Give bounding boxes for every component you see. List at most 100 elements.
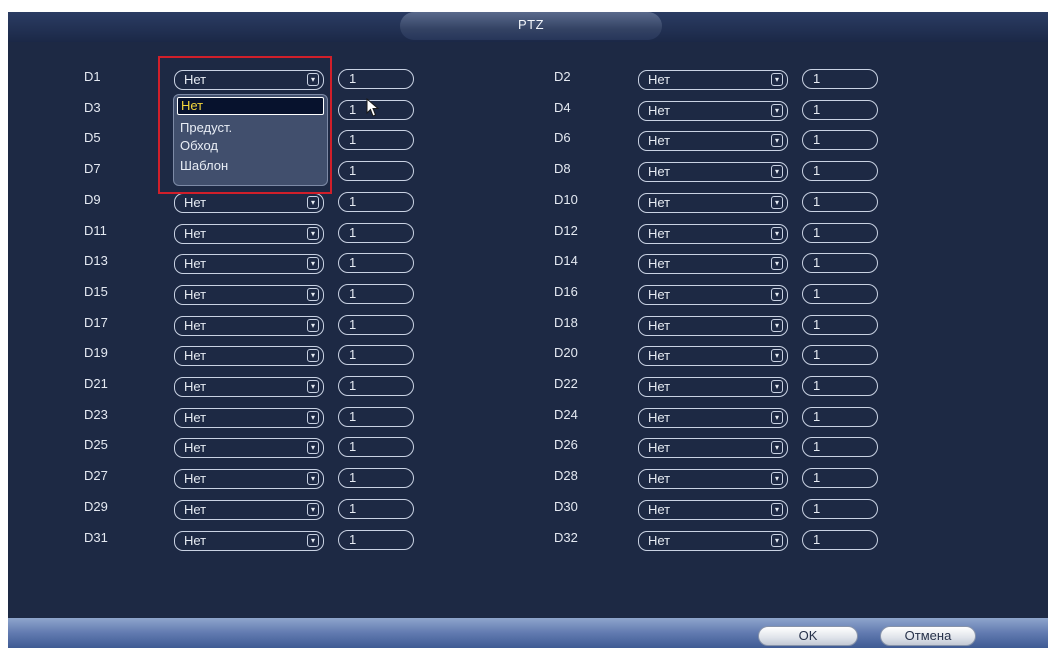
cancel-button[interactable]: Отмена — [880, 626, 976, 646]
preset-number-field[interactable]: 1 — [802, 222, 878, 243]
preset-number-field[interactable]: 1 — [802, 69, 878, 89]
chevron-down-icon[interactable]: ▾ — [771, 103, 783, 117]
ok-button[interactable]: OK — [758, 626, 858, 646]
ptz-mode-select[interactable]: Нет ▾ — [174, 469, 324, 490]
preset-number-value: 1 — [349, 193, 357, 209]
preset-number-field[interactable]: 1 — [802, 253, 878, 274]
preset-number-field[interactable]: 1 — [802, 191, 878, 212]
preset-number-field[interactable]: 1 — [338, 376, 414, 396]
chevron-down-icon[interactable]: ▾ — [771, 472, 783, 486]
preset-number-field[interactable]: 1 — [802, 345, 878, 366]
ptz-mode-select[interactable]: Нет ▾ — [174, 284, 324, 305]
preset-number-field[interactable]: 1 — [338, 69, 414, 89]
preset-number-field[interactable]: 1 — [338, 222, 414, 243]
preset-number-field[interactable]: 1 — [338, 529, 414, 550]
chevron-down-icon[interactable]: ▾ — [771, 380, 783, 393]
chevron-down-icon[interactable]: ▾ — [771, 287, 783, 301]
ptz-mode-select[interactable]: Нет ▾ — [638, 315, 788, 336]
chevron-down-icon[interactable]: ▾ — [307, 349, 319, 363]
ptz-mode-select[interactable]: Нет ▾ — [638, 70, 788, 90]
chevron-down-icon[interactable]: ▾ — [307, 318, 319, 332]
preset-number-field[interactable]: 1 — [802, 498, 878, 519]
chevron-down-icon[interactable]: ▾ — [307, 441, 319, 455]
preset-number-field[interactable]: 1 — [802, 99, 878, 120]
chevron-down-icon[interactable]: ▾ — [771, 502, 783, 516]
ptz-mode-select[interactable]: Нет ▾ — [174, 438, 324, 459]
preset-number-field[interactable]: 1 — [338, 468, 414, 489]
ptz-mode-select[interactable]: Нет ▾ — [174, 315, 324, 336]
ptz-mode-select[interactable]: Нет ▾ — [638, 192, 788, 213]
preset-number-field[interactable]: 1 — [338, 437, 414, 458]
ptz-mode-select[interactable]: Нет ▾ — [638, 407, 788, 428]
channel-label: D29 — [84, 498, 108, 514]
ptz-mode-select[interactable]: Нет ▾ — [638, 469, 788, 490]
chevron-down-icon[interactable]: ▾ — [307, 533, 319, 547]
ptz-mode-select[interactable]: Нет ▾ — [174, 499, 324, 520]
chevron-down-icon[interactable]: ▾ — [771, 165, 783, 179]
chevron-down-icon[interactable]: ▾ — [771, 73, 783, 86]
chevron-down-icon[interactable]: ▾ — [771, 533, 783, 547]
ptz-mode-select[interactable]: Нет ▾ — [174, 192, 324, 213]
chevron-down-icon[interactable]: ▾ — [307, 195, 319, 209]
preset-number-field[interactable]: 1 — [338, 161, 414, 182]
preset-number-field[interactable]: 1 — [802, 161, 878, 182]
chevron-down-icon[interactable]: ▾ — [771, 410, 783, 424]
chevron-down-icon[interactable]: ▾ — [307, 472, 319, 486]
ptz-mode-select[interactable]: Нет ▾ — [638, 162, 788, 183]
chevron-down-icon[interactable]: ▾ — [307, 257, 319, 271]
chevron-down-icon[interactable]: ▾ — [771, 441, 783, 455]
preset-number-field[interactable]: 1 — [802, 130, 878, 151]
preset-number-field[interactable]: 1 — [338, 345, 414, 366]
dropdown-option[interactable]: Предуст. — [177, 119, 324, 137]
chevron-down-icon[interactable]: ▾ — [307, 226, 319, 240]
mode-dropdown-list[interactable]: Нет Предуст. Обход Шаблон — [173, 94, 328, 186]
ptz-mode-select[interactable]: Нет ▾ — [174, 223, 324, 244]
preset-number-field[interactable]: 1 — [802, 376, 878, 396]
dropdown-option[interactable]: Нет — [177, 97, 324, 115]
chevron-down-icon[interactable]: ▾ — [771, 226, 783, 240]
ptz-mode-select[interactable]: Нет ▾ — [174, 530, 324, 551]
preset-number-field[interactable]: 1 — [338, 498, 414, 519]
preset-number-field[interactable]: 1 — [338, 191, 414, 212]
chevron-down-icon[interactable]: ▾ — [771, 257, 783, 271]
preset-number-field[interactable]: 1 — [338, 130, 414, 151]
chevron-down-icon[interactable]: ▾ — [771, 349, 783, 363]
preset-number-field[interactable]: 1 — [338, 253, 414, 274]
chevron-down-icon[interactable]: ▾ — [307, 287, 319, 301]
chevron-down-icon[interactable]: ▾ — [307, 410, 319, 424]
dropdown-option[interactable]: Шаблон — [177, 157, 324, 175]
ptz-mode-select[interactable]: Нет ▾ — [174, 254, 324, 275]
dropdown-option[interactable]: Обход — [177, 137, 324, 155]
ptz-mode-select[interactable]: Нет ▾ — [638, 346, 788, 367]
preset-number-field[interactable]: 1 — [802, 406, 878, 427]
preset-number-field[interactable]: 1 — [802, 437, 878, 458]
ptz-mode-select[interactable]: Нет ▾ — [638, 100, 788, 121]
ptz-mode-select[interactable]: Нет ▾ — [174, 377, 324, 397]
chevron-down-icon[interactable]: ▾ — [771, 195, 783, 209]
chevron-down-icon[interactable]: ▾ — [771, 318, 783, 332]
ptz-mode-select[interactable]: Нет ▾ — [638, 254, 788, 275]
ptz-mode-select[interactable]: Нет ▾ — [638, 499, 788, 520]
chevron-down-icon[interactable]: ▾ — [771, 134, 783, 148]
channel-label: D8 — [554, 161, 571, 177]
preset-number-field[interactable]: 1 — [338, 283, 414, 304]
preset-number-field[interactable]: 1 — [802, 314, 878, 335]
ptz-mode-select[interactable]: Нет ▾ — [174, 407, 324, 428]
footer-bar: OK Отмена — [8, 618, 1048, 648]
preset-number-field[interactable]: 1 — [338, 314, 414, 335]
window-title: PTZ — [400, 12, 662, 40]
ptz-mode-select[interactable]: Нет ▾ — [638, 223, 788, 244]
ptz-mode-select[interactable]: Нет ▾ — [638, 377, 788, 397]
preset-number-field[interactable]: 1 — [802, 468, 878, 489]
ptz-mode-select[interactable]: Нет ▾ — [174, 346, 324, 367]
ptz-mode-select[interactable]: Нет ▾ — [638, 438, 788, 459]
chevron-down-icon[interactable]: ▾ — [307, 380, 319, 393]
preset-number-field[interactable]: 1 — [338, 406, 414, 427]
ptz-mode-select[interactable]: Нет ▾ — [638, 131, 788, 152]
ptz-mode-select[interactable]: Нет ▾ — [638, 284, 788, 305]
chevron-down-icon[interactable]: ▾ — [307, 502, 319, 516]
ptz-mode-select[interactable]: Нет ▾ — [638, 530, 788, 551]
preset-number-field[interactable]: 1 — [802, 529, 878, 550]
preset-number-value: 1 — [349, 316, 357, 332]
preset-number-field[interactable]: 1 — [802, 283, 878, 304]
